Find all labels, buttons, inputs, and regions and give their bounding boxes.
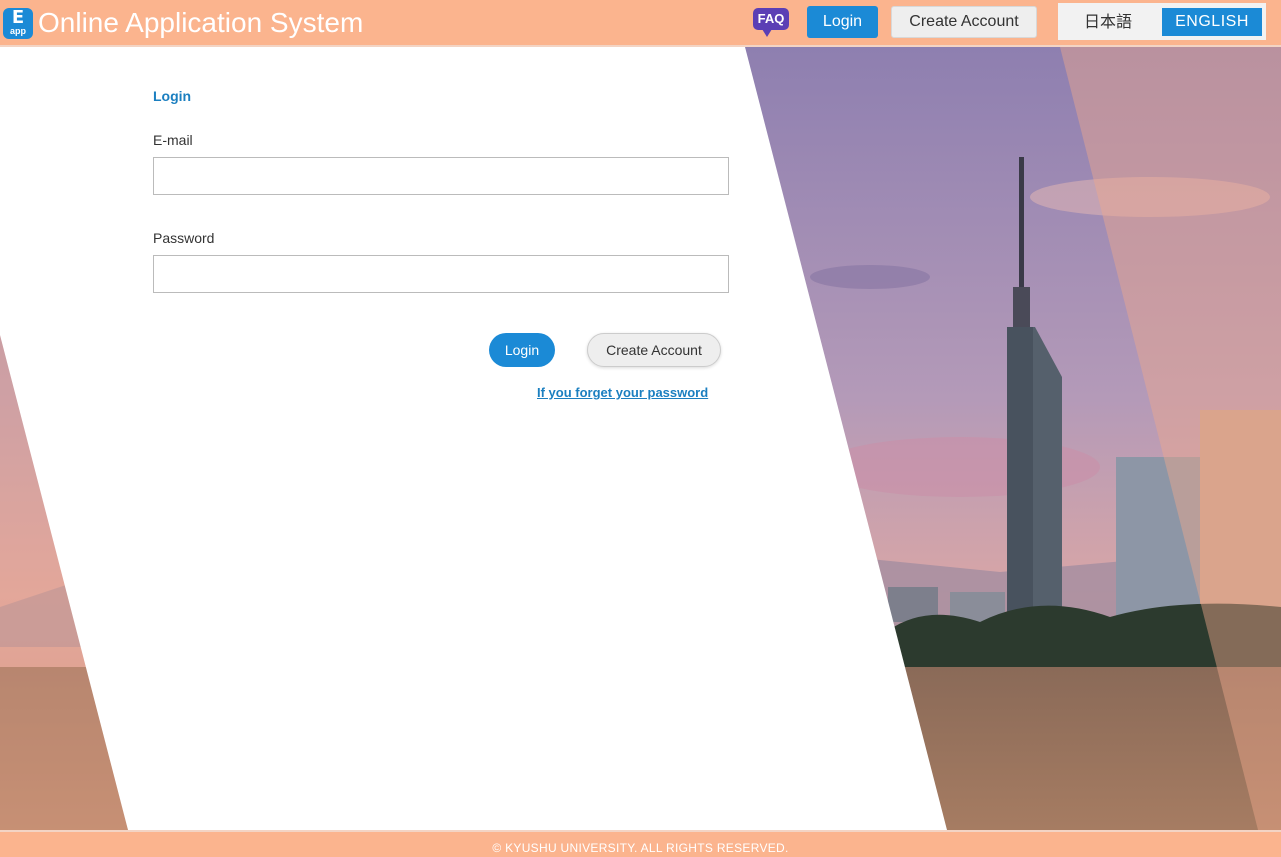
language-switcher: 日本語 ENGLISH [1058, 3, 1266, 40]
create-account-button[interactable]: Create Account [587, 333, 721, 367]
language-japanese-option[interactable]: 日本語 [1066, 8, 1150, 36]
password-label: Password [153, 230, 215, 246]
app-logo-icon[interactable]: E app [3, 8, 33, 39]
email-label: E-mail [153, 132, 193, 148]
header-login-button[interactable]: Login [807, 6, 878, 38]
forgot-password-link[interactable]: If you forget your password [537, 385, 708, 400]
login-heading: Login [153, 88, 192, 104]
top-header: E app Online Application System FAQ Logi… [0, 0, 1281, 47]
faq-icon[interactable]: FAQ [753, 8, 789, 37]
copyright-text: © KYUSHU UNIVERSITY. ALL RIGHTS RESERVED… [492, 841, 789, 855]
footer: © KYUSHU UNIVERSITY. ALL RIGHTS RESERVED… [0, 830, 1281, 857]
language-english-option[interactable]: ENGLISH [1162, 8, 1262, 36]
header-create-account-button[interactable]: Create Account [891, 6, 1037, 38]
password-field[interactable] [153, 255, 729, 293]
login-button[interactable]: Login [489, 333, 555, 367]
email-field[interactable] [153, 157, 729, 195]
site-title[interactable]: Online Application System [38, 4, 363, 42]
